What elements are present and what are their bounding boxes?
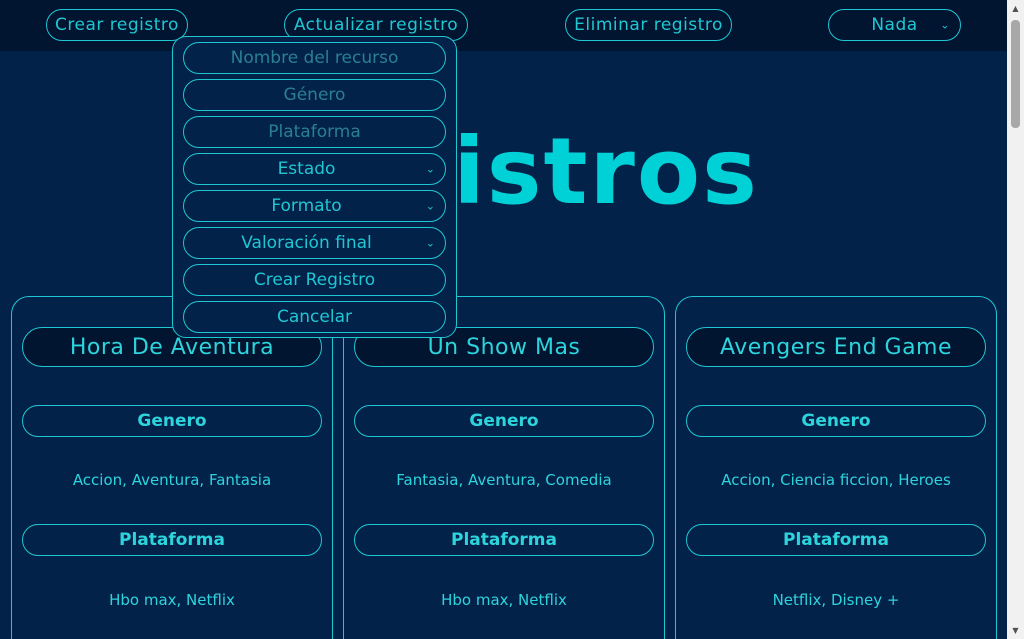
format-select[interactable]: Formato ⌄ bbox=[183, 190, 446, 222]
submit-record-button[interactable]: Crear Registro bbox=[183, 264, 446, 296]
genre-label: Genero bbox=[354, 405, 654, 437]
filter-select[interactable]: Nada ⌄ bbox=[828, 9, 961, 41]
platform-input[interactable]: Plataforma bbox=[183, 116, 446, 148]
chevron-down-icon: ⌄ bbox=[425, 199, 435, 213]
record-card: Un Show Mas Genero Fantasia, Aventura, C… bbox=[343, 296, 665, 639]
rating-select[interactable]: Valoración final ⌄ bbox=[183, 227, 446, 259]
page-title: Registros bbox=[248, 118, 759, 225]
vertical-scrollbar[interactable]: ▲ ▼ bbox=[1007, 0, 1024, 639]
platform-label: Plataforma bbox=[22, 524, 322, 556]
platform-values: Hbo max, Netflix bbox=[441, 591, 567, 609]
chevron-down-icon: ⌄ bbox=[425, 236, 435, 250]
platform-values: Hbo max, Netflix bbox=[109, 591, 235, 609]
create-record-button[interactable]: Crear registro bbox=[46, 9, 188, 41]
genre-values: Accion, Aventura, Fantasia bbox=[72, 471, 272, 489]
platform-label: Plataforma bbox=[354, 524, 654, 556]
record-card: Hora De Aventura Genero Accion, Aventura… bbox=[11, 296, 333, 639]
platform-values: Netflix, Disney + bbox=[772, 591, 900, 609]
genre-label: Genero bbox=[22, 405, 322, 437]
status-select-value: Estado bbox=[277, 159, 336, 179]
cancel-button[interactable]: Cancelar bbox=[183, 301, 446, 333]
platform-label: Plataforma bbox=[686, 524, 986, 556]
scroll-down-icon[interactable]: ▼ bbox=[1007, 622, 1024, 639]
chevron-down-icon: ⌄ bbox=[425, 162, 435, 176]
format-select-value: Formato bbox=[271, 196, 342, 216]
delete-record-button[interactable]: Eliminar registro bbox=[565, 9, 732, 41]
record-card: Avengers End Game Genero Accion, Ciencia… bbox=[675, 296, 997, 639]
rating-select-value: Valoración final bbox=[241, 233, 372, 253]
chevron-down-icon: ⌄ bbox=[940, 18, 950, 32]
create-record-form: Nombre del recurso Género Plataforma Est… bbox=[172, 36, 457, 338]
genre-input[interactable]: Género bbox=[183, 79, 446, 111]
genre-values: Accion, Ciencia ficcion, Heroes bbox=[721, 471, 951, 489]
status-select[interactable]: Estado ⌄ bbox=[183, 153, 446, 185]
top-nav: Crear registro Actualizar registro Elimi… bbox=[0, 0, 1007, 51]
genre-label: Genero bbox=[686, 405, 986, 437]
card-title: Avengers End Game bbox=[686, 327, 986, 367]
filter-select-value: Nada bbox=[871, 15, 918, 35]
resource-name-input[interactable]: Nombre del recurso bbox=[183, 42, 446, 74]
scrollbar-thumb[interactable] bbox=[1011, 20, 1020, 128]
genre-values: Fantasia, Aventura, Comedia bbox=[396, 471, 612, 489]
scroll-up-icon[interactable]: ▲ bbox=[1007, 0, 1024, 17]
